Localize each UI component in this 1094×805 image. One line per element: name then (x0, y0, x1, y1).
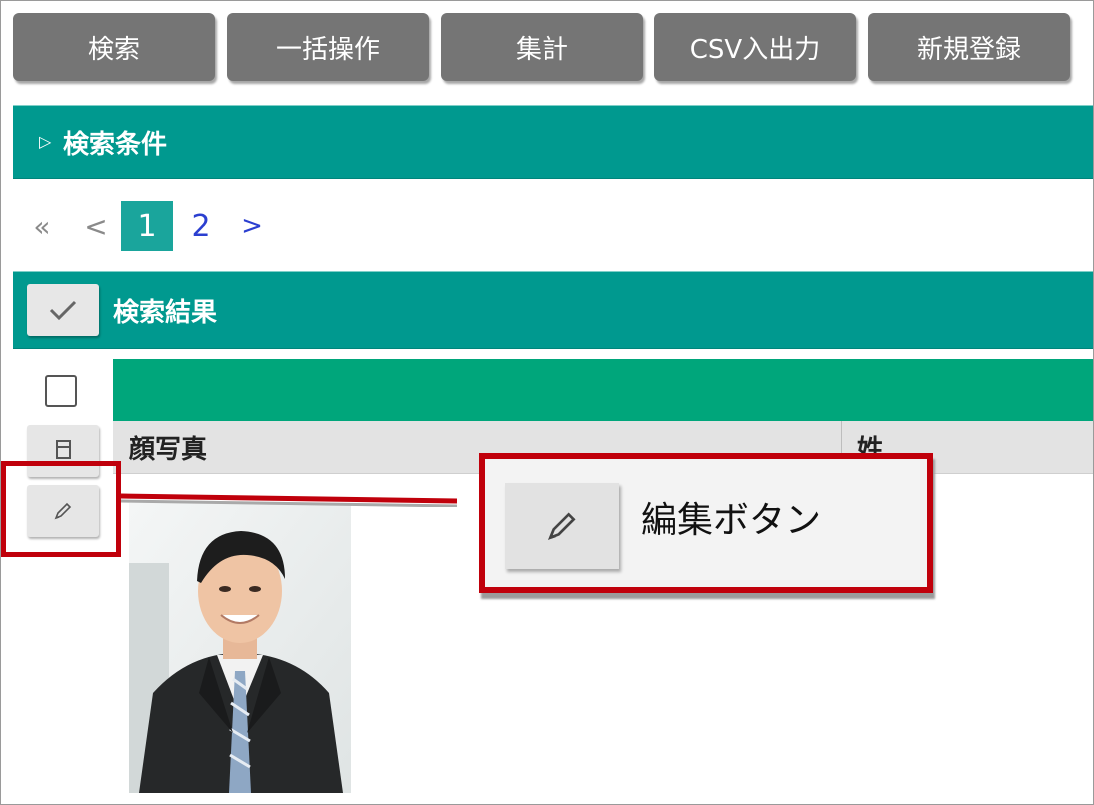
search-button[interactable]: 検索 (13, 13, 215, 81)
triangle-right-icon: ▷ (39, 132, 52, 151)
first-page-icon[interactable]: « (25, 201, 59, 251)
check-icon (49, 300, 77, 321)
page-current: 1 (121, 201, 173, 251)
bulk-operation-button[interactable]: 一括操作 (227, 13, 429, 81)
select-all-checkbox[interactable] (45, 375, 77, 407)
csv-io-button[interactable]: CSV入出力 (654, 13, 856, 81)
edit-button-highlight (1, 461, 121, 557)
select-button[interactable] (27, 284, 99, 336)
callout-edit-button (505, 483, 619, 569)
next-page-icon[interactable]: > (237, 201, 267, 251)
edit-button-callout: 編集ボタン (479, 453, 933, 593)
profile-photo (129, 503, 351, 793)
pencil-icon (547, 512, 576, 541)
app-frame: 検索 一括操作 集計 CSV入出力 新規登録 ▷ 検索条件 « < 1 2 > … (0, 0, 1094, 805)
search-results-bar: 検索結果 (13, 271, 1093, 349)
aggregate-button[interactable]: 集計 (441, 13, 643, 81)
page-link-2[interactable]: 2 (185, 201, 217, 251)
search-conditions-title: 検索条件 (63, 130, 168, 160)
column-photo: 顔写真 (129, 435, 208, 465)
callout-connector (121, 493, 457, 507)
callout-label: 編集ボタン (641, 500, 822, 541)
search-conditions-bar[interactable]: ▷ 検索条件 (13, 105, 1093, 179)
table-group-header (113, 359, 1093, 421)
search-results-title: 検索結果 (113, 298, 218, 328)
prev-page-icon[interactable]: < (81, 201, 111, 251)
new-register-button[interactable]: 新規登録 (868, 13, 1070, 81)
